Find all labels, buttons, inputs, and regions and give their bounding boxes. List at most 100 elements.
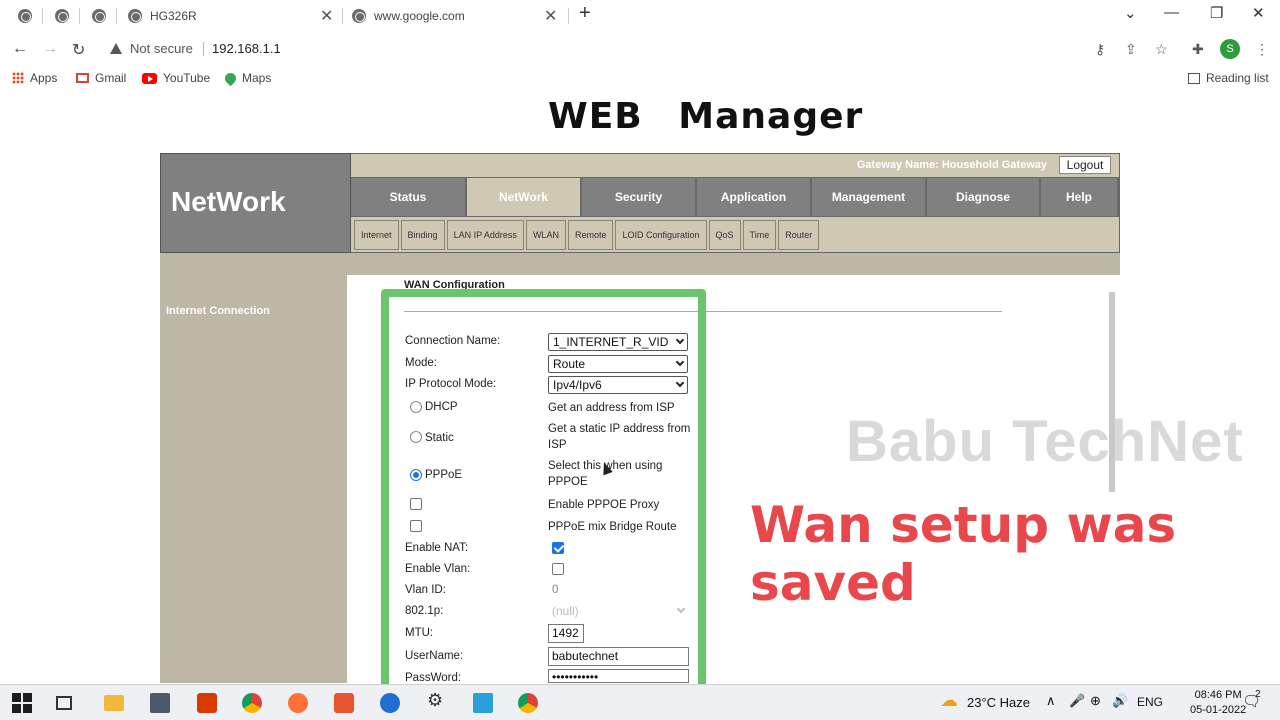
tab-title: HG326R (150, 9, 197, 23)
browser-tab-bar: HG326R ✕ www.google.com ✕ + ⌄ — ❐ ✕ (0, 0, 1280, 32)
maps-icon (222, 70, 239, 86)
tab-application[interactable]: Application (697, 178, 810, 216)
task-view-icon[interactable] (56, 696, 72, 710)
file-explorer-icon[interactable] (104, 695, 124, 711)
brand-title: NetWork (171, 186, 286, 217)
url-separator (203, 42, 204, 56)
subtab-wlan[interactable]: WLAN (525, 220, 566, 250)
clock[interactable]: 08:46 PM 05-01-2022 (1190, 688, 1246, 718)
share-icon[interactable]: ⇪ (1125, 41, 1137, 58)
overlay-caption: Wan setup was saved (750, 496, 1177, 612)
close-icon[interactable]: ✕ (320, 6, 333, 26)
tab-management[interactable]: Management (812, 178, 925, 216)
app-icon[interactable] (334, 693, 354, 713)
windows-start-icon[interactable] (12, 693, 32, 713)
sidebar: Internet Connection (160, 253, 347, 683)
close-icon[interactable]: ✕ (544, 6, 557, 26)
notification-count: 2 (1255, 689, 1261, 700)
tab-network[interactable]: NetWork (467, 178, 580, 216)
sidebar-item-internet-connection[interactable]: Internet Connection (166, 305, 270, 317)
language-indicator[interactable]: ENG (1137, 695, 1163, 709)
star-icon[interactable]: ☆ (1155, 41, 1168, 58)
warning-icon (110, 43, 122, 54)
tab-diagnose[interactable]: Diagnose (927, 178, 1039, 216)
pinned-tab-icon[interactable] (55, 9, 69, 23)
tab-title: www.google.com (374, 9, 465, 23)
content-top-strip (347, 253, 1120, 275)
bookmark-label: Apps (30, 71, 58, 85)
menu-icon[interactable]: ⋮ (1255, 41, 1269, 58)
url-input[interactable]: 192.168.1.1 (212, 41, 281, 56)
back-icon[interactable]: ← (12, 40, 28, 58)
bookmark-label: YouTube (163, 71, 211, 85)
subtab-remote[interactable]: Remote (567, 220, 614, 250)
network-icon[interactable]: ⊕ (1090, 693, 1101, 709)
clock-time: 08:46 PM (1194, 689, 1242, 701)
close-window-icon[interactable]: ✕ (1252, 4, 1265, 22)
apps-icon (12, 72, 24, 84)
chevron-up-icon[interactable]: ∧ (1046, 693, 1056, 709)
sub-nav: Internet Binding LAN IP Address WLAN Rem… (354, 220, 820, 250)
bookmark-maps[interactable]: Maps (222, 70, 272, 86)
subtab-router[interactable]: Router (778, 220, 820, 250)
youtube-icon (142, 72, 157, 84)
tab-google[interactable]: www.google.com ✕ (352, 0, 566, 32)
page-scrollbar[interactable] (1106, 280, 1118, 680)
tab-security[interactable]: Security (582, 178, 695, 216)
weather-text[interactable]: 23°C Haze (967, 695, 1030, 710)
gmail-icon (76, 73, 89, 83)
profile-avatar[interactable]: S (1220, 39, 1240, 59)
bookmarks-bar: Apps Gmail YouTube Maps Reading list (0, 66, 1280, 90)
restore-icon[interactable]: ❐ (1210, 4, 1223, 22)
key-icon[interactable]: ⚷ (1095, 41, 1105, 58)
tab-hg326r[interactable]: HG326R ✕ (128, 0, 340, 32)
subtab-time[interactable]: Time (742, 220, 777, 250)
tab-separator (116, 8, 117, 24)
clock-date: 05-01-2022 (1190, 704, 1247, 716)
subtab-binding[interactable]: Binding (400, 220, 445, 250)
tab-status[interactable]: Status (351, 178, 465, 216)
extensions-icon[interactable]: ✚ (1192, 41, 1204, 58)
nav-header: Gateway Name: Household Gateway Logout S… (351, 153, 1120, 253)
office-icon[interactable] (197, 693, 217, 713)
pinned-tab-icon[interactable] (92, 9, 106, 23)
bookmark-gmail[interactable]: Gmail (76, 71, 126, 85)
reload-icon[interactable]: ↻ (72, 40, 85, 60)
address-bar: ← → ↻ Not secure 192.168.1.1 ⚷ ⇪ ☆ ✚ ⋮ (0, 32, 1280, 66)
weather-icon[interactable]: ☁ (940, 690, 960, 710)
tab-separator (342, 8, 343, 24)
volume-icon[interactable]: 🔊 (1112, 693, 1128, 709)
tab-separator (568, 8, 569, 24)
app-icon[interactable] (473, 693, 493, 713)
tab-help[interactable]: Help (1041, 178, 1117, 216)
reading-list-label: Reading list (1206, 71, 1269, 85)
firefox-icon[interactable] (288, 693, 308, 713)
subtab-loid-configuration[interactable]: LOID Configuration (615, 220, 707, 250)
security-indicator[interactable]: Not secure (110, 41, 193, 56)
new-tab-icon[interactable]: + (579, 2, 591, 25)
gear-icon[interactable]: ⚙ (427, 690, 447, 710)
minimize-icon[interactable]: — (1164, 4, 1179, 21)
calculator-icon[interactable] (150, 693, 170, 713)
logout-button[interactable]: Logout (1059, 156, 1111, 174)
brand-header: NetWork (160, 153, 351, 253)
tab-separator (79, 8, 80, 24)
watermark-text: Babu TechNet (846, 409, 1244, 474)
pinned-tab-icon[interactable] (18, 9, 32, 23)
subtab-internet[interactable]: Internet (354, 220, 399, 250)
subtab-qos[interactable]: QoS (708, 220, 741, 250)
bookmark-apps[interactable]: Apps (12, 71, 57, 85)
reading-list-button[interactable]: Reading list (1188, 71, 1269, 85)
forward-icon[interactable]: → (42, 40, 58, 58)
page-title: WEB Manager (548, 96, 864, 137)
taskbar: ⚙ ☁ 23°C Haze ∧ 🎤 ⊕ 🔊 ENG 08:46 PM 05-01… (0, 684, 1280, 720)
app-icon[interactable] (380, 693, 400, 713)
bookmark-label: Gmail (95, 71, 127, 85)
bookmark-youtube[interactable]: YouTube (142, 71, 210, 85)
subtab-lan-ip-address[interactable]: LAN IP Address (446, 220, 524, 250)
chrome-icon[interactable] (242, 693, 262, 713)
microphone-icon[interactable]: 🎤 (1069, 693, 1085, 709)
bookmark-label: Maps (242, 71, 272, 85)
tab-search-icon[interactable]: ⌄ (1124, 4, 1137, 22)
chrome-icon[interactable] (518, 693, 538, 713)
